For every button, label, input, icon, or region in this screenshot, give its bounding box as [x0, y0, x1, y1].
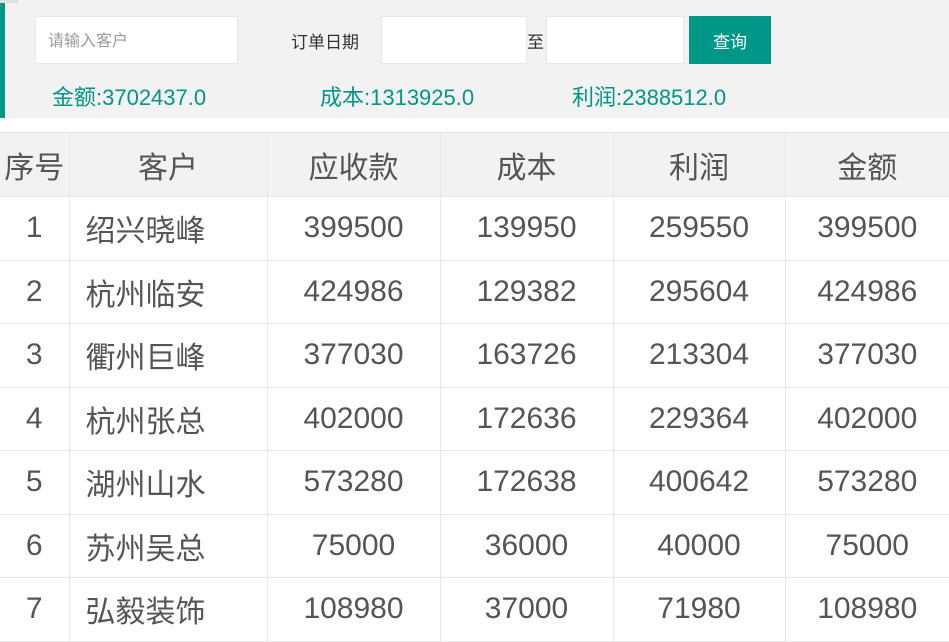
- cell-cost: 172636: [439, 386, 614, 451]
- table-header-row: 序号 客户 应收款 成本 利润 金额: [0, 132, 949, 197]
- cell-cost: 129382: [439, 259, 614, 324]
- cell-amount: 424986: [784, 259, 949, 324]
- accent-bar: [0, 0, 5, 118]
- cell-profit: 213304: [612, 323, 786, 388]
- cell-customer: 杭州张总: [68, 386, 268, 451]
- cell-amount: 573280: [784, 450, 949, 515]
- summary-cost: 成本:1313925.0: [320, 85, 475, 110]
- cell-profit: 400642: [612, 450, 786, 515]
- cell-customer: 杭州临安: [68, 259, 268, 324]
- cell-receivable: 399500: [266, 196, 441, 261]
- cell-index: 5: [0, 450, 70, 515]
- cell-index: 3: [0, 323, 70, 388]
- column-header-index[interactable]: 序号: [0, 132, 70, 197]
- cell-customer: 衢州巨峰: [68, 323, 268, 388]
- cell-customer: 苏州吴总: [68, 513, 268, 578]
- cell-amount: 399500: [784, 196, 949, 261]
- orders-table: 序号 客户 应收款 成本 利润 金额 1 绍兴晓峰 399500 139950 …: [0, 132, 949, 642]
- table-row[interactable]: 5 湖州山水 573280 172638 400642 573280: [0, 450, 949, 515]
- date-range-separator: 至: [527, 33, 544, 53]
- cell-index: 1: [0, 196, 70, 261]
- cell-receivable: 424986: [266, 259, 441, 324]
- cell-index: 2: [0, 259, 70, 324]
- cell-amount: 377030: [784, 323, 949, 388]
- cell-cost: 163726: [439, 323, 614, 388]
- table-row[interactable]: 4 杭州张总 402000 172636 229364 402000: [0, 386, 949, 451]
- column-header-customer[interactable]: 客户: [68, 132, 268, 197]
- cell-amount: 108980: [784, 577, 949, 642]
- table-row[interactable]: 7 弘毅装饰 108980 37000 71980 108980: [0, 577, 949, 642]
- customer-search-input[interactable]: [35, 16, 238, 64]
- cell-receivable: 108980: [266, 577, 441, 642]
- table-row[interactable]: 1 绍兴晓峰 399500 139950 259550 399500: [0, 196, 949, 261]
- column-header-profit[interactable]: 利润: [612, 132, 786, 197]
- query-button[interactable]: 查询: [689, 16, 771, 64]
- column-header-amount[interactable]: 金额: [784, 132, 949, 197]
- cell-profit: 229364: [612, 386, 786, 451]
- cell-customer: 湖州山水: [68, 450, 268, 515]
- table-row[interactable]: 2 杭州临安 424986 129382 295604 424986: [0, 259, 949, 324]
- cell-customer: 弘毅装饰: [68, 577, 268, 642]
- order-date-label: 订单日期: [291, 33, 359, 53]
- cell-receivable: 573280: [266, 450, 441, 515]
- summary-amount: 金额:3702437.0: [52, 85, 207, 110]
- cell-amount: 75000: [784, 513, 949, 578]
- cell-index: 7: [0, 577, 70, 642]
- filter-panel: 订单日期 至 查询 金额:3702437.0 成本:1313925.0 利润:2…: [0, 0, 949, 118]
- cell-profit: 71980: [612, 577, 786, 642]
- date-end-input[interactable]: [546, 16, 684, 64]
- cell-profit: 295604: [612, 259, 786, 324]
- corner-divider: [0, 0, 18, 3]
- cell-profit: 259550: [612, 196, 786, 261]
- table-row[interactable]: 6 苏州吴总 75000 36000 40000 75000: [0, 513, 949, 578]
- cell-cost: 172638: [439, 450, 614, 515]
- cell-index: 4: [0, 386, 70, 451]
- cell-cost: 37000: [439, 577, 614, 642]
- cell-cost: 36000: [439, 513, 614, 578]
- cell-index: 6: [0, 513, 70, 578]
- date-start-input[interactable]: [381, 16, 527, 64]
- column-header-cost[interactable]: 成本: [439, 132, 614, 197]
- cell-amount: 402000: [784, 386, 949, 451]
- table-row[interactable]: 3 衢州巨峰 377030 163726 213304 377030: [0, 323, 949, 388]
- cell-profit: 40000: [612, 513, 786, 578]
- cell-customer: 绍兴晓峰: [68, 196, 268, 261]
- cell-receivable: 377030: [266, 323, 441, 388]
- cell-receivable: 402000: [266, 386, 441, 451]
- cell-receivable: 75000: [266, 513, 441, 578]
- column-header-receivable[interactable]: 应收款: [266, 132, 441, 197]
- cell-cost: 139950: [439, 196, 614, 261]
- summary-profit: 利润:2388512.0: [572, 85, 727, 110]
